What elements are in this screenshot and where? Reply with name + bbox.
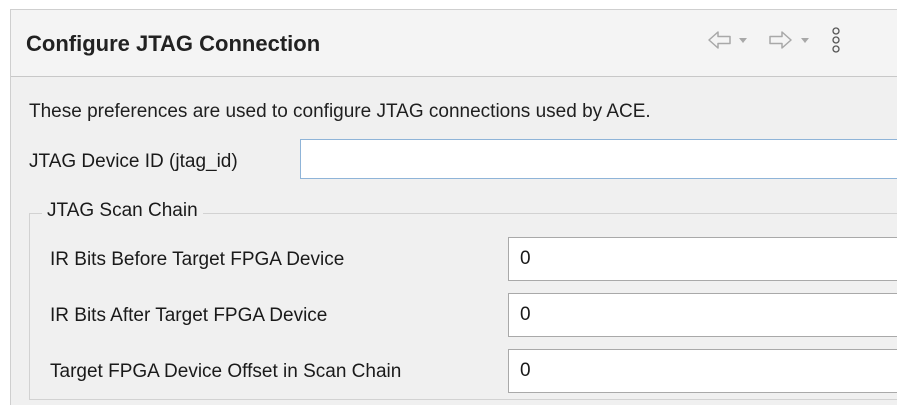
ir-bits-before-input[interactable] (508, 237, 897, 281)
ir-bits-before-label: IR Bits Before Target FPGA Device (50, 249, 345, 270)
back-arrow-icon[interactable] (708, 24, 732, 56)
page-title: Configure JTAG Connection (26, 31, 321, 56)
ir-bits-after-input[interactable] (508, 293, 897, 337)
device-offset-label: Target FPGA Device Offset in Scan Chain (50, 361, 402, 382)
device-offset-input[interactable] (508, 349, 897, 393)
device-id-input[interactable] (300, 139, 897, 179)
page: Configure JTAG Connection These preferen… (0, 0, 897, 414)
scan-chain-group: JTAG Scan Chain IR Bits Before Target FP… (29, 200, 897, 400)
forward-dropdown-icon[interactable] (800, 24, 810, 56)
forward-arrow-icon[interactable] (768, 24, 792, 56)
scan-chain-group-label: JTAG Scan Chain (42, 200, 203, 222)
page-header: Configure JTAG Connection (11, 10, 897, 77)
preferences-panel: Configure JTAG Connection These preferen… (10, 9, 897, 405)
ir-bits-after-label: IR Bits After Target FPGA Device (50, 305, 328, 326)
back-dropdown-icon[interactable] (738, 24, 748, 56)
description-text: These preferences are used to configure … (29, 101, 651, 122)
view-menu-icon[interactable] (831, 24, 841, 56)
device-id-label: JTAG Device ID (jtag_id) (29, 151, 238, 172)
